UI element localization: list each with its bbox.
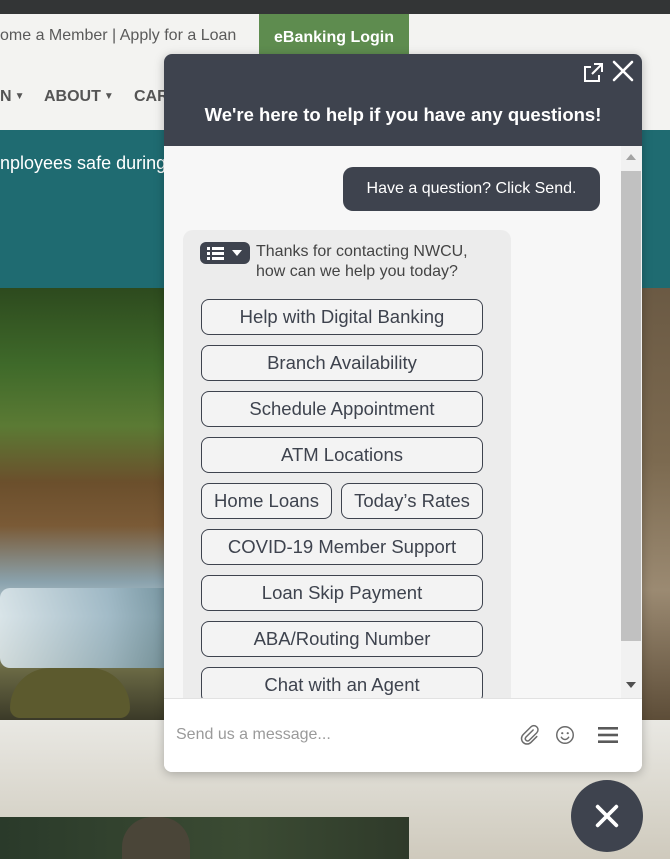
bot-message-text: Thanks for contacting NWCU, how can we h…	[256, 243, 468, 280]
bot-message-card: Thanks for contacting NWCU, how can we h…	[183, 230, 511, 698]
scroll-down-arrow-icon[interactable]	[626, 682, 636, 688]
nav-item-truncated[interactable]: N ▼	[0, 88, 24, 106]
quick-reply-chat-agent[interactable]: Chat with an Agent	[201, 667, 483, 698]
user-message-bubble: Have a question? Click Send.	[343, 167, 600, 211]
chat-toggle-button[interactable]	[571, 780, 643, 852]
chat-header: We're here to help if you have any quest…	[164, 54, 642, 146]
quick-reply-digital-banking[interactable]: Help with Digital Banking	[201, 299, 483, 335]
quick-reply-branch-availability[interactable]: Branch Availability	[201, 345, 483, 381]
chevron-down-icon: ▼	[103, 91, 114, 102]
scrollbar-thumb[interactable]	[621, 171, 641, 641]
banner-text: nployees safe during	[0, 153, 167, 173]
chat-scrollbar[interactable]	[621, 146, 642, 698]
smiley-icon[interactable]	[554, 724, 576, 746]
hero-rock-wall	[641, 288, 670, 720]
chat-transcript[interactable]: Have a question? Click Send. Thanks for …	[164, 146, 642, 698]
popout-icon[interactable]	[581, 61, 605, 85]
quick-reply-schedule-appointment[interactable]: Schedule Appointment	[201, 391, 483, 427]
list-menu-icon[interactable]	[200, 242, 250, 264]
person-photo	[0, 817, 409, 859]
utility-links[interactable]: ome a Member | Apply for a Loan	[0, 27, 236, 45]
chevron-down-icon: ▼	[14, 91, 25, 102]
utility-bar: ome a Member | Apply for a Loan eBanking…	[0, 14, 670, 62]
quick-reply-aba-routing[interactable]: ABA/Routing Number	[201, 621, 483, 657]
quick-reply-todays-rates[interactable]: Today’s Rates	[341, 483, 483, 519]
quick-reply-home-loans[interactable]: Home Loans	[201, 483, 332, 519]
message-input[interactable]	[176, 723, 506, 747]
hero-water	[0, 588, 180, 668]
close-icon	[595, 804, 619, 828]
site-top-bar	[0, 0, 670, 14]
scroll-up-arrow-icon[interactable]	[626, 154, 636, 160]
person-hat	[122, 817, 190, 859]
quick-reply-atm-locations[interactable]: ATM Locations	[201, 437, 483, 473]
chat-input-bar	[164, 698, 642, 772]
hero-rock	[10, 668, 130, 718]
paperclip-icon[interactable]	[518, 724, 540, 746]
hamburger-icon[interactable]	[596, 724, 620, 746]
quick-reply-covid-support[interactable]: COVID-19 Member Support	[201, 529, 483, 565]
chat-widget: We're here to help if you have any quest…	[164, 54, 642, 772]
chat-header-title: We're here to help if you have any quest…	[204, 104, 602, 125]
nav-item-about[interactable]: ABOUT ▼	[44, 88, 114, 106]
quick-reply-loan-skip-payment[interactable]: Loan Skip Payment	[201, 575, 483, 611]
close-icon[interactable]	[611, 59, 635, 83]
